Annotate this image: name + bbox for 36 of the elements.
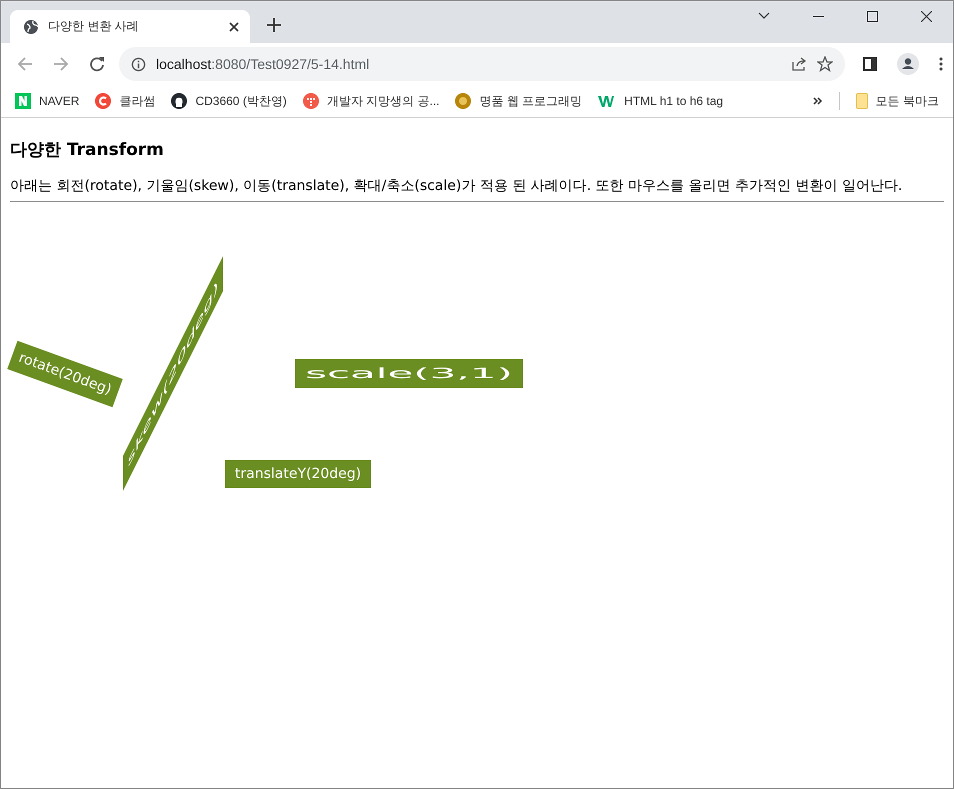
page-heading: 다양한 Transform (10, 139, 165, 161)
info-icon (131, 56, 146, 72)
chevron-double-icon[interactable] (812, 97, 823, 105)
bookmark-item[interactable]: 명품 웹 프로그래밍 (455, 92, 582, 110)
folder-icon (856, 93, 868, 109)
w-logo-icon (598, 94, 616, 108)
new-tab-icon[interactable] (267, 18, 281, 32)
n-logo-icon (15, 93, 31, 109)
close-icon[interactable] (921, 10, 932, 22)
t-logo-icon (302, 93, 319, 109)
transformed-box: translateY(20deg) (225, 460, 371, 488)
all-bookmarks-item[interactable]: 모든 북마크 (856, 92, 939, 110)
globe-icon (23, 18, 39, 34)
octocat-icon (171, 93, 188, 109)
close-icon[interactable] (229, 22, 239, 32)
coin-icon (455, 93, 472, 109)
url-text: localhost:8080/Test0927/5-14.html (156, 56, 370, 72)
maximize-icon[interactable] (867, 10, 878, 22)
address-bar[interactable]: localhost:8080/Test0927/5-14.html (119, 47, 845, 81)
c-logo-icon (95, 93, 112, 109)
bookmark-item[interactable]: 개발자 지망생의 공... (302, 92, 440, 110)
chevron-down-icon[interactable] (758, 12, 770, 20)
bookmark-item[interactable]: 클라썸 (95, 92, 156, 110)
transformed-box: scale(3,1) (295, 359, 523, 388)
reload-icon[interactable] (89, 56, 105, 72)
description-text: 아래는 회전(rotate), 기울임(skew), 이동(translate), 확대/축소(scale)가 적용 된 사례이다. 또한 마우스를 올리면 추가적인 변환이 일어난다. (10, 177, 904, 195)
browser-tab[interactable]: 다양한 변환 사례 (10, 10, 250, 43)
star-icon[interactable] (817, 56, 833, 72)
bookmark-item[interactable]: HTML h1 to h6 tag (598, 94, 724, 108)
avatar-icon[interactable] (897, 53, 919, 75)
tab-title: 다양한 변환 사례 (48, 18, 140, 35)
menu-icon[interactable] (939, 57, 943, 71)
share-icon[interactable] (791, 56, 807, 72)
bookmark-item[interactable]: NAVER (15, 93, 80, 109)
bookmark-item[interactable]: CD3660 (박찬영) (171, 92, 287, 110)
side-panel-icon[interactable] (863, 57, 877, 71)
